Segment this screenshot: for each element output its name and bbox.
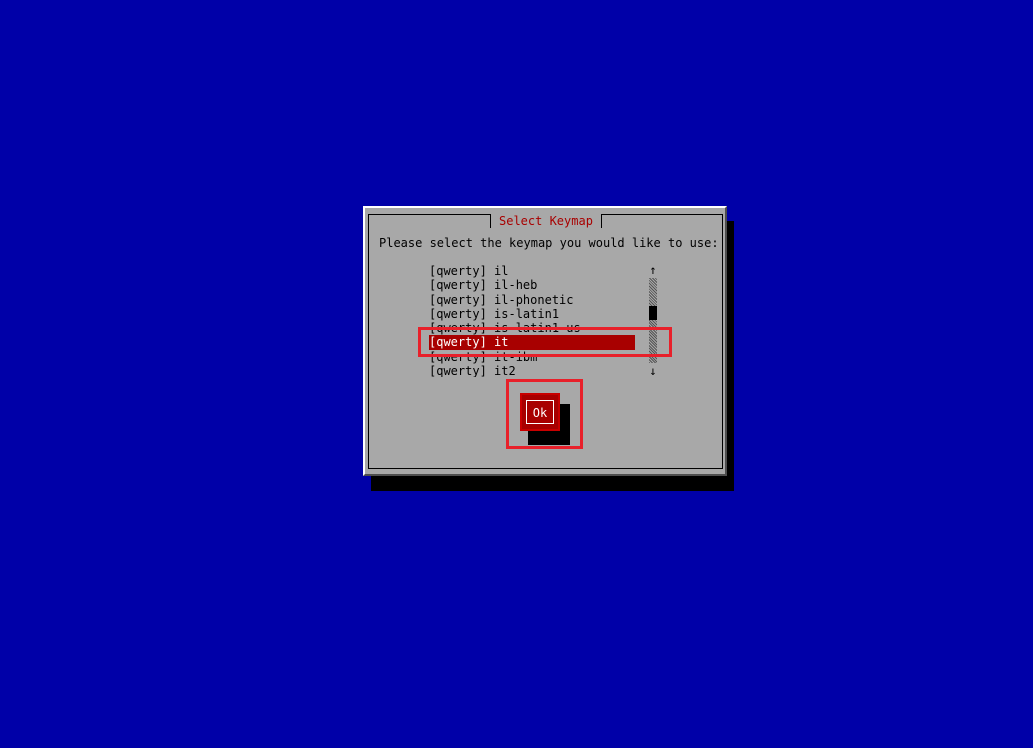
list-item[interactable]: [qwerty] is-latin1-us: [429, 321, 659, 335]
ok-button-label: Ok: [526, 400, 554, 424]
list-item[interactable]: [qwerty] it2: [429, 364, 659, 377]
scrollbar-track[interactable]: [649, 278, 657, 363]
scroll-up-arrow-icon[interactable]: ↑: [648, 264, 658, 276]
list-item[interactable]: [qwerty] il-heb: [429, 278, 659, 292]
list-item[interactable]: [qwerty] il-phonetic: [429, 293, 659, 307]
list-item-selected[interactable]: [qwerty] it: [429, 335, 635, 350]
scrollbar-thumb[interactable]: [649, 306, 657, 320]
keymap-list[interactable]: [qwerty] il [qwerty] il-heb [qwerty] il-…: [429, 264, 659, 377]
ok-button[interactable]: Ok: [520, 393, 560, 431]
list-item[interactable]: [qwerty] is-latin1: [429, 307, 659, 321]
scroll-down-arrow-icon[interactable]: ↓: [648, 365, 658, 377]
list-scrollbar[interactable]: ↑ ↓: [649, 264, 657, 377]
list-item[interactable]: [qwerty] il: [429, 264, 659, 278]
list-item[interactable]: [qwerty] it-ibm: [429, 350, 659, 364]
dialog-prompt: Please select the keymap you would like …: [379, 236, 719, 250]
dialog-title: Select Keymap: [490, 214, 602, 228]
